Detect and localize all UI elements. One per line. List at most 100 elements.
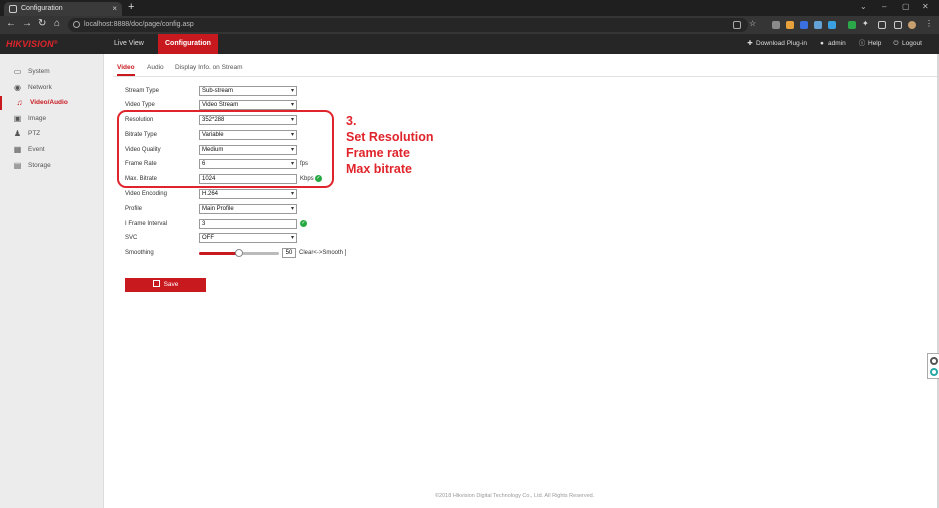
save-button[interactable]: Save xyxy=(125,278,206,292)
side-panel-icon[interactable] xyxy=(894,21,902,29)
new-tab-icon[interactable]: + xyxy=(128,1,134,13)
logo-mark: ® xyxy=(53,40,58,46)
save-icon xyxy=(152,280,160,287)
url-text: localhost:8888/doc/page/config.asp xyxy=(84,21,194,28)
person-icon: ♟ xyxy=(13,129,22,138)
extensions-puzzle-icon[interactable]: ✦ xyxy=(862,19,869,29)
extension-4-icon[interactable] xyxy=(814,21,822,29)
annotation-line-2: Frame rate xyxy=(346,146,410,160)
sidebar-item-ptz[interactable]: ♟ PTZ xyxy=(0,127,104,141)
check-icon: ✓ xyxy=(300,220,307,227)
sidebar-item-system[interactable]: ▭ System xyxy=(0,65,104,79)
browser-menu-icon[interactable]: ⋮ xyxy=(925,19,933,29)
chevron-down-icon: ▾ xyxy=(290,206,294,212)
browser-tab[interactable]: Configuration × xyxy=(4,2,122,16)
extension-3-icon[interactable] xyxy=(800,21,808,29)
hikvision-logo: HIKVISION® xyxy=(6,39,58,49)
user-menu[interactable]: ● admin xyxy=(818,34,846,54)
annotation-step: 3. xyxy=(346,114,357,128)
sidebar-item-video-audio[interactable]: ♫ Video/Audio xyxy=(0,96,104,110)
nav-live-view[interactable]: Live View xyxy=(107,34,151,54)
i-frame-interval-input[interactable]: 3 xyxy=(199,219,297,229)
tab-search-icon[interactable]: ⌄ xyxy=(860,2,867,11)
video-type-label: Video Type xyxy=(125,102,155,108)
i-frame-interval-label: I Frame Interval xyxy=(125,221,168,227)
nav-configuration[interactable]: Configuration xyxy=(158,34,218,54)
url-field[interactable]: localhost:8888/doc/page/config.asp xyxy=(68,18,748,32)
sidebar-item-label: Event xyxy=(28,146,45,153)
floating-widget[interactable] xyxy=(927,353,939,379)
svc-value: OFF xyxy=(202,235,214,241)
stream-type-select[interactable]: Sub-stream ▾ xyxy=(199,86,297,96)
profile-label: Profile xyxy=(125,206,143,212)
logout-link[interactable]: ⏻ Logout xyxy=(892,34,922,54)
tab-display-info[interactable]: Display Info. on Stream xyxy=(175,62,243,76)
user-label: admin xyxy=(828,40,846,47)
sidebar-item-label: PTZ xyxy=(28,130,41,137)
video-audio-icon: ♫ xyxy=(16,98,23,107)
monitor-icon: ▭ xyxy=(13,67,22,76)
browser-tab-bar: Configuration × + ⌄ – ▢ ✕ xyxy=(0,0,939,16)
profile-value: Main Profile xyxy=(202,206,234,212)
sidebar-item-network[interactable]: ◉ Network xyxy=(0,81,104,95)
help-label: Help xyxy=(868,40,882,47)
home-icon[interactable]: ⌂ xyxy=(54,19,60,29)
sidebar-item-label: Storage xyxy=(28,162,51,169)
minimize-icon[interactable]: – xyxy=(882,2,886,11)
video-encoding-select[interactable]: H.264 ▾ xyxy=(199,189,297,199)
svc-select[interactable]: OFF ▾ xyxy=(199,233,297,243)
sidebar-item-storage[interactable]: ▤ Storage xyxy=(0,159,104,173)
reading-list-icon[interactable] xyxy=(878,21,886,29)
sidebar: ▭ System ◉ Network ♫ Video/Audio ▣ Image ♟ PT… xyxy=(0,54,104,508)
smoothing-value-input[interactable]: 50 xyxy=(282,248,296,258)
chevron-down-icon: ▾ xyxy=(290,235,294,241)
profile-select[interactable]: Main Profile ▾ xyxy=(199,204,297,214)
tab-audio[interactable]: Audio xyxy=(147,62,164,76)
app-header: HIKVISION® Live View Configuration ✚ Down… xyxy=(0,34,939,54)
favicon-icon xyxy=(9,5,17,13)
subtab-divider xyxy=(113,76,939,77)
stream-type-value: Sub-stream xyxy=(202,88,234,94)
globe-icon: ◉ xyxy=(14,83,21,92)
smoothing-slider[interactable] xyxy=(199,249,279,257)
extension-2-icon[interactable] xyxy=(786,21,794,29)
maximize-icon[interactable]: ▢ xyxy=(902,2,910,11)
calendar-icon: ▦ xyxy=(13,145,22,154)
extension-5-icon[interactable] xyxy=(828,21,836,29)
reload-icon[interactable]: ↻ xyxy=(38,19,46,29)
video-type-select[interactable]: Video Stream ▾ xyxy=(199,100,297,110)
copyright-footer: ©2018 Hikvision Digital Technology Co., … xyxy=(435,493,595,499)
smoothing-slider-handle[interactable] xyxy=(235,249,243,257)
back-icon[interactable]: ← xyxy=(6,19,16,29)
smoothing-hint: Clear<->Smooth ] xyxy=(299,250,347,256)
download-plugin-link[interactable]: ✚ Download Plug-in xyxy=(746,34,807,54)
chevron-down-icon: ▾ xyxy=(290,191,294,197)
logout-label: Logout xyxy=(902,40,922,47)
help-icon: ⓘ xyxy=(858,40,866,47)
extension-6-icon[interactable] xyxy=(848,21,856,29)
annotation-line-3: Max bitrate xyxy=(346,162,412,176)
annotation-text: 3. Set Resolution Frame rate Max bitrate xyxy=(346,113,434,177)
sidebar-item-event[interactable]: ▦ Event xyxy=(0,143,104,157)
sidebar-item-label: Network xyxy=(28,84,52,91)
video-type-value: Video Stream xyxy=(202,102,239,108)
extension-1-icon[interactable] xyxy=(772,21,780,29)
video-encoding-label: Video Encoding xyxy=(125,191,167,197)
help-link[interactable]: ⓘ Help xyxy=(858,34,882,54)
sidebar-item-image[interactable]: ▣ Image xyxy=(0,112,104,126)
window-close-icon[interactable]: ✕ xyxy=(922,2,929,11)
tab-close-icon[interactable]: × xyxy=(112,2,117,16)
bookmark-star-icon[interactable]: ☆ xyxy=(749,19,756,29)
svc-label: SVC xyxy=(125,235,138,241)
forward-icon[interactable]: → xyxy=(22,19,32,29)
video-encoding-value: H.264 xyxy=(202,191,219,197)
tab-video[interactable]: Video xyxy=(117,62,135,76)
smoothing-slider-fill xyxy=(199,252,239,255)
profile-avatar[interactable] xyxy=(908,21,916,29)
sidebar-item-label: System xyxy=(28,68,50,75)
site-info-icon[interactable] xyxy=(73,21,80,28)
share-icon[interactable] xyxy=(733,21,741,29)
sidebar-item-label: Video/Audio xyxy=(30,99,68,106)
assistant-icon[interactable] xyxy=(930,368,938,376)
settings-gear-icon[interactable] xyxy=(930,357,938,365)
